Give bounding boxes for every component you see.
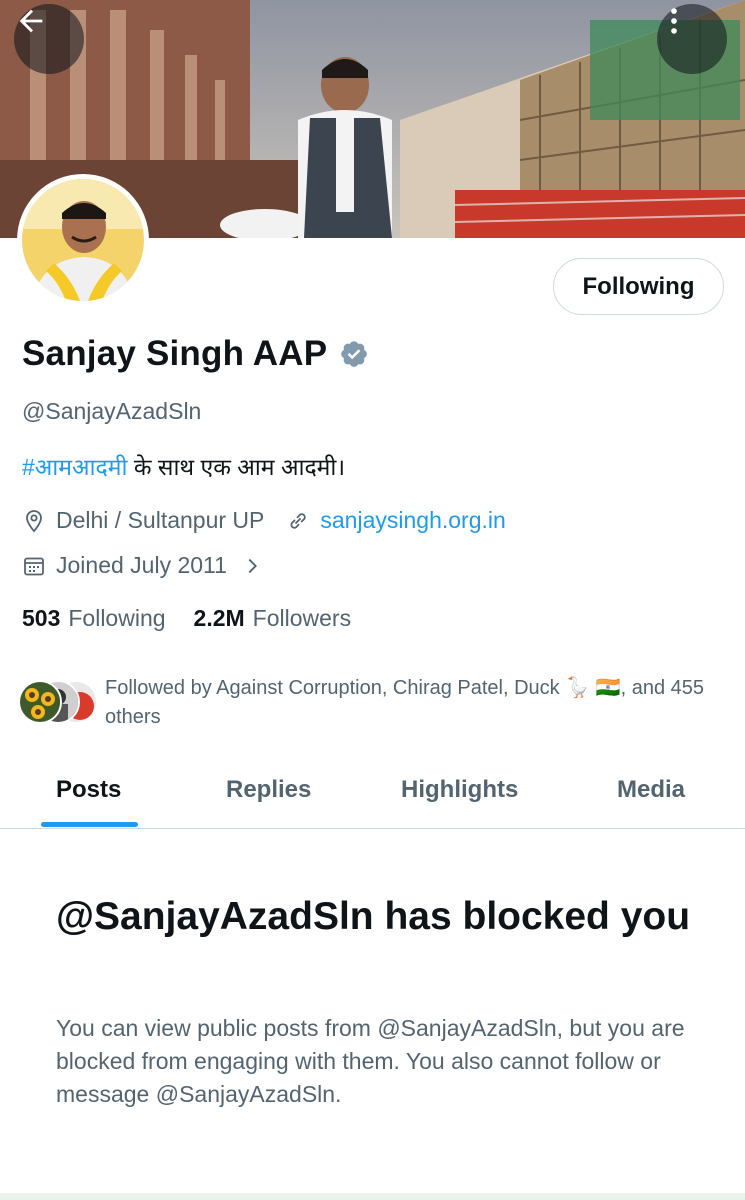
tab-replies-label: Replies [226,776,312,803]
following-button[interactable]: Following [553,258,724,315]
avatar-image [22,179,144,301]
followed-by-row[interactable]: Followed by Against Corruption, Chirag P… [18,674,730,734]
profile-meta-location-website: Delhi / Sultanpur UP sanjaysingh.org.in [22,507,506,534]
chevron-right-icon [248,558,257,573]
followers-count: 2.2M [193,605,245,631]
location-pin-icon [26,509,42,532]
profile-location: Delhi / Sultanpur UP [56,507,265,533]
link-icon [290,512,307,529]
arrow-left-icon [19,9,43,33]
following-stat-link[interactable]: 503 Following [22,605,166,632]
followed-by-text: Followed by Against Corruption, Chirag P… [105,677,704,728]
bio-hashtag-link[interactable]: #आमआदमी [22,454,127,480]
profile-joined-row[interactable]: Joined July 2011 [22,552,263,579]
following-label: Following [68,605,166,631]
follower-avatar [18,680,62,724]
tab-posts-label: Posts [56,776,122,803]
bottom-divider [0,1193,745,1200]
profile-tabs: Posts Replies Highlights Media [0,760,745,829]
blocked-description: You can view public posts from @SanjayAz… [56,1015,685,1107]
profile-stats: 503 Following 2.2M Followers [22,605,379,632]
more-options-button[interactable] [657,4,727,74]
name-row: Sanjay Singh AAP [22,334,369,374]
following-count: 503 [22,605,61,631]
followers-stat-link[interactable]: 2.2M Followers [194,605,352,632]
display-name: Sanjay Singh AAP [22,334,328,373]
followed-by-avatars [18,680,100,724]
profile-handle: @SanjayAzadSln [22,398,202,424]
tab-highlights-label: Highlights [401,776,519,803]
more-vertical-icon [671,8,677,34]
blocked-title: @SanjayAzadSln has blocked you [56,895,691,938]
back-button[interactable] [14,4,84,74]
profile-website-link[interactable]: sanjaysingh.org.in [320,507,505,534]
calendar-icon [24,557,44,575]
verified-badge-icon[interactable] [339,339,369,369]
tab-media-label: Media [617,776,686,803]
profile-bio: #आमआदमी के साथ एक आम आदमी। [22,450,345,482]
followers-label: Followers [252,605,352,631]
profile-joined-date: Joined July 2011 [56,552,227,578]
profile-avatar[interactable] [17,174,149,306]
active-tab-indicator [41,822,138,827]
bio-text: के साथ एक आम आदमी। [127,454,346,480]
